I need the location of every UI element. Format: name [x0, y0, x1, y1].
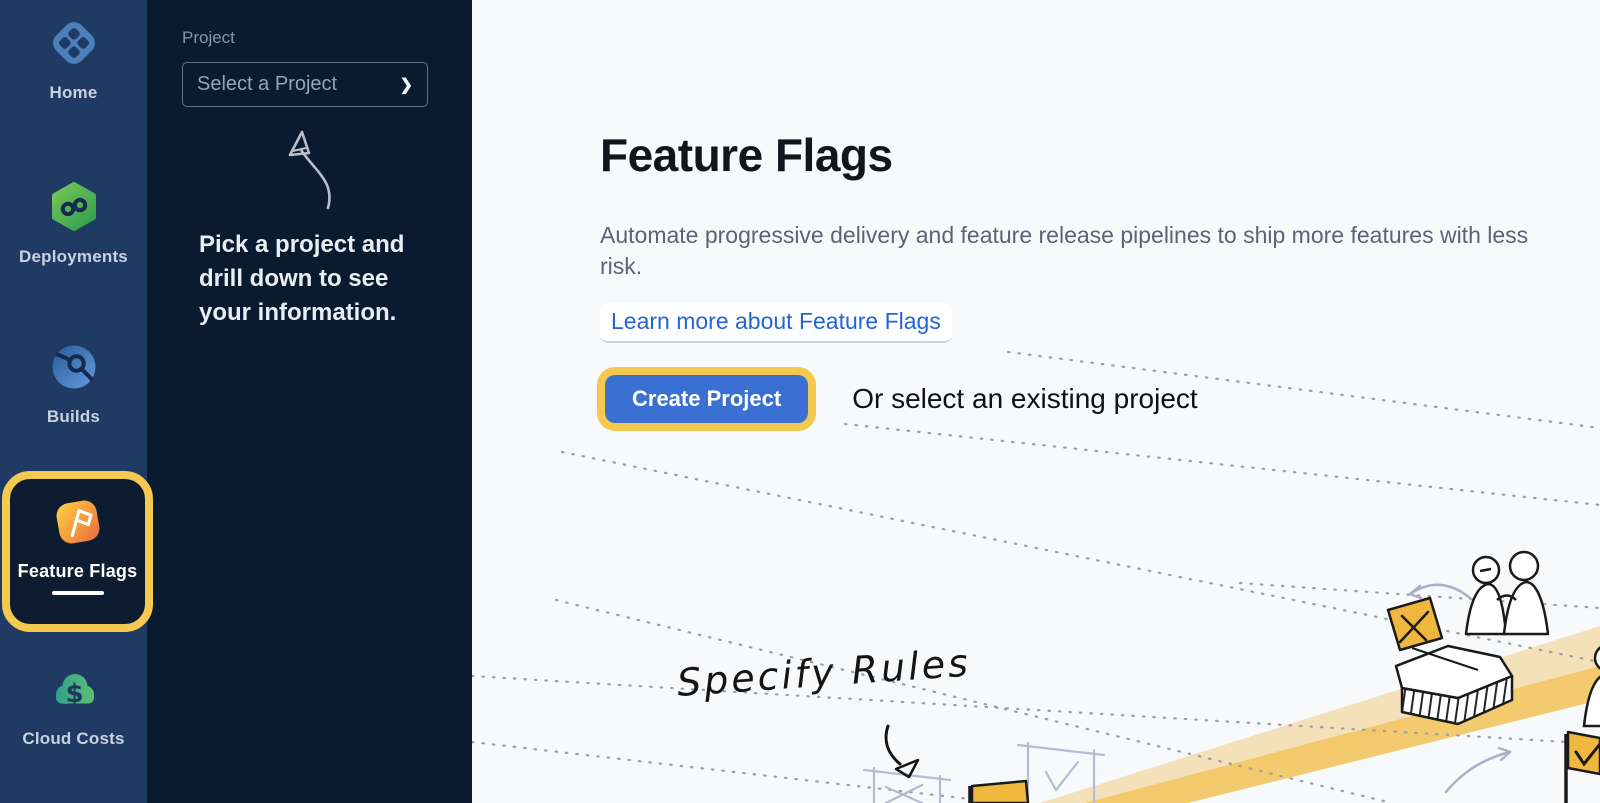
sidebar-item-cloud-costs[interactable]: $ Cloud Costs — [0, 662, 147, 749]
project-select-placeholder: Select a Project — [197, 73, 337, 96]
main-content: Specify Rules Feature Flags Automate pro… — [472, 0, 1600, 803]
dollar-glyph: $ — [65, 679, 83, 709]
sidebar-item-feature-flags[interactable]: Feature Flags — [2, 471, 153, 632]
builds-icon — [47, 340, 101, 394]
or-select-text: Or select an existing project — [852, 383, 1198, 415]
project-select-dropdown[interactable]: Select a Project ❯ — [182, 62, 428, 107]
create-project-highlight-annotation: Create Project — [597, 367, 816, 431]
sidebar-item-label: Deployments — [19, 247, 128, 267]
sidebar-item-home[interactable]: Home — [0, 16, 147, 103]
sketch-arrow-down — [886, 726, 918, 777]
yellow-flag-bottom — [970, 781, 1028, 803]
check-flag — [1566, 732, 1600, 803]
sidebar-item-label: Cloud Costs — [22, 729, 124, 749]
deployments-icon — [47, 180, 101, 234]
cloud-costs-icon: $ — [47, 662, 101, 716]
sidebar-item-label: Home — [49, 83, 97, 103]
arrow-sketch-icon — [242, 120, 347, 215]
page-title: Feature Flags — [600, 128, 893, 182]
create-project-button[interactable]: Create Project — [605, 375, 808, 423]
app-window: Home Deployments — [0, 0, 1600, 803]
illustration-caption: Specify Rules — [676, 641, 973, 705]
sidebar-item-label: Feature Flags — [18, 561, 138, 582]
project-panel: Project Select a Project ❯ Pick a projec… — [147, 0, 472, 803]
chevron-right-icon: ❯ — [400, 75, 413, 95]
home-icon — [47, 16, 101, 70]
project-label: Project — [182, 28, 235, 48]
learn-more-link[interactable]: Learn more about Feature Flags — [600, 303, 952, 343]
module-sidebar: Home Deployments — [0, 0, 147, 803]
active-module-indicator — [52, 591, 104, 595]
sidebar-item-label: Builds — [47, 407, 100, 427]
cta-row: Create Project Or select an existing pro… — [597, 367, 1198, 431]
people-sketch — [1466, 552, 1548, 634]
project-hint-text: Pick a project and drill down to see you… — [199, 228, 421, 330]
page-description: Automate progressive delivery and featur… — [600, 220, 1565, 282]
sidebar-item-deployments[interactable]: Deployments — [0, 180, 147, 267]
sidebar-item-builds[interactable]: Builds — [0, 340, 147, 427]
feature-flags-icon — [50, 494, 106, 550]
